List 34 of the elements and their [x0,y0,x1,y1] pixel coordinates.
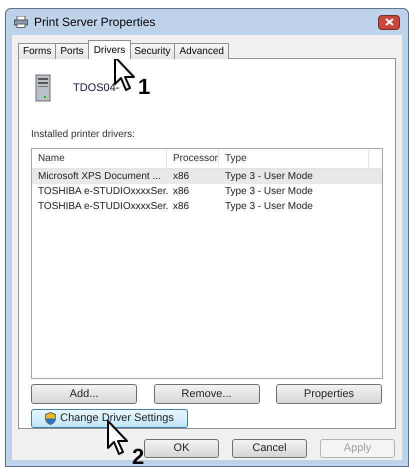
column-header[interactable]: Processor [167,148,219,168]
close-button[interactable] [378,14,400,30]
remove-button[interactable]: Remove... [154,384,260,404]
column-header[interactable]: Name [32,148,167,168]
table-cell-text: TOSHIBA e-STUDIOxxxxSer. [37,184,167,199]
step-number: 2 [132,446,144,467]
table-cell-text: Type 3 - User Mode [224,184,314,199]
shield-icon [45,412,56,426]
tab[interactable]: Drivers [88,40,132,59]
driver-row[interactable]: Microsoft XPS Document ... x86 Type 3 - User Mode [32,168,382,184]
column-header[interactable]: Type [219,148,369,168]
tab[interactable]: Advanced [174,43,229,59]
table-cell-text: Type 3 - User Mode [224,170,314,184]
add-button[interactable]: Add... [31,384,137,404]
change-driver-settings-button[interactable]: Change Driver Settings [31,409,188,428]
table-cell-text: TOSHIBA e-STUDIOxxxxSer. [37,200,167,214]
tab[interactable]: Forms [18,43,56,59]
properties-button[interactable]: Properties [276,384,382,404]
table-cell-text: x86 [172,200,190,214]
tab[interactable]: Security [129,43,176,59]
table-cell-text: x86 [172,170,190,184]
table-cell-text: x86 [172,184,190,199]
printer-icon [14,16,28,28]
step-number: 1 [138,76,150,98]
cancel-button[interactable]: Cancel [232,439,307,458]
tab[interactable]: Ports [55,43,89,59]
close-icon [384,18,394,26]
table-cell-text: Type 3 - User Mode [224,200,314,214]
server-name: TDOS04- [73,80,120,96]
ok-button[interactable]: OK [144,439,219,458]
list-label: Installed printer drivers: [31,128,135,142]
server-tower-icon [35,74,51,102]
window-title: Print Server Properties [34,14,156,31]
table-cell-text: Microsoft XPS Document ... [37,170,162,184]
